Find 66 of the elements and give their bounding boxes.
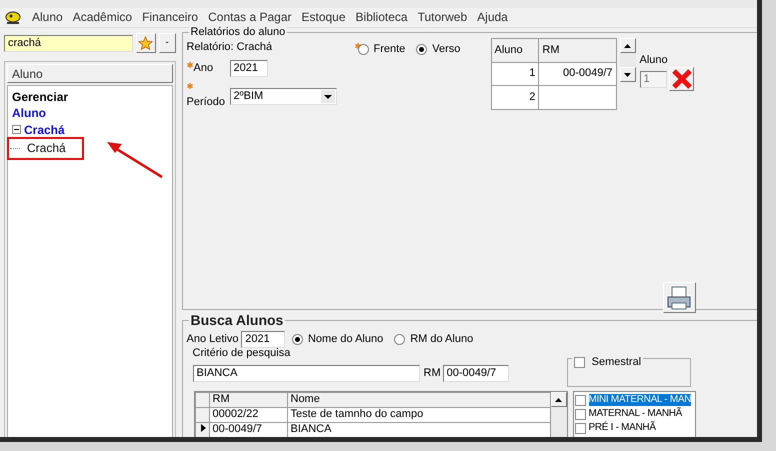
cross-icon xyxy=(670,69,693,90)
menu-item[interactable]: Biblioteca xyxy=(356,10,408,25)
list-item[interactable]: MINI MATERNAL - MAN xyxy=(588,394,692,406)
column-header: RM xyxy=(209,392,287,408)
report-label: Relatório: Crachá xyxy=(186,41,274,54)
rm-field[interactable]: 00-0049/7 xyxy=(442,365,509,382)
table-cell: Teste de tamnho do campo xyxy=(287,408,550,422)
panel-header: Aluno xyxy=(7,64,172,83)
semester-checkbox[interactable] xyxy=(574,357,585,368)
field-label: Ano xyxy=(186,62,230,76)
field-label: Aluno xyxy=(640,54,669,68)
up-arrow-icon xyxy=(624,44,631,48)
minus-button[interactable]: - xyxy=(158,33,176,53)
field-label: Período xyxy=(186,83,230,110)
menu-item[interactable]: Estoque xyxy=(302,10,346,25)
search-criteria-field[interactable]: BIANCA xyxy=(192,365,420,382)
star-icon xyxy=(138,36,154,50)
year-field[interactable]: 2021 xyxy=(230,60,268,78)
radio-label: Verso xyxy=(432,43,460,56)
list-item[interactable]: PRÉ I - MANHÃ xyxy=(588,422,656,434)
tree-item[interactable]: Aluno xyxy=(12,106,46,121)
menu-item[interactable]: Tutorweb xyxy=(418,10,468,25)
printer-icon xyxy=(665,284,693,310)
menu-item[interactable]: Acadêmico xyxy=(72,10,132,25)
print-button[interactable] xyxy=(662,282,696,313)
expander-icon[interactable] xyxy=(12,125,21,134)
radio-button[interactable] xyxy=(416,44,428,56)
radio-label: RM do Aluno xyxy=(410,332,474,346)
period-dropdown[interactable]: 2ºBIM xyxy=(230,88,336,105)
field-label: Critério de pesquisa xyxy=(192,346,292,360)
field-label: Ano Letivo xyxy=(186,332,238,346)
up-arrow-icon xyxy=(555,398,562,402)
list-checkbox[interactable] xyxy=(574,394,586,406)
tree-item[interactable]: Crachá xyxy=(9,139,82,158)
search-field[interactable]: crachá xyxy=(4,34,133,52)
scrollbar[interactable] xyxy=(550,392,566,437)
column-header: RM xyxy=(538,38,616,62)
table-cell: 1 xyxy=(491,62,539,86)
radio-label: Nome do Aluno xyxy=(308,332,384,346)
table-cell: 00002/22 xyxy=(209,408,287,422)
list-checkbox[interactable] xyxy=(574,422,586,434)
app-logo-icon[interactable] xyxy=(4,10,22,26)
field-label: RM xyxy=(424,366,441,380)
column-header: Aluno xyxy=(491,38,539,62)
radio-button[interactable] xyxy=(292,334,303,345)
column-header: Nome xyxy=(287,392,550,408)
tree-line xyxy=(10,148,20,149)
radio-button[interactable] xyxy=(358,44,368,56)
radio-button[interactable] xyxy=(394,334,406,345)
favorite-button[interactable] xyxy=(136,33,156,53)
radio-label: Frente xyxy=(374,43,406,56)
tree-item[interactable]: Crachá xyxy=(24,122,65,138)
menu-item[interactable]: Contas a Pagar xyxy=(208,10,292,25)
tree-item[interactable]: Gerenciar xyxy=(12,90,68,104)
menu-item[interactable]: Ajuda xyxy=(477,10,508,25)
delete-button[interactable] xyxy=(669,67,694,92)
list-item[interactable]: MATERNAL - MANHÃ xyxy=(588,408,682,420)
down-arrow-icon xyxy=(624,72,631,76)
scrollbar[interactable] xyxy=(620,38,636,82)
table-cell: 2 xyxy=(491,86,539,110)
school-year-field[interactable]: 2021 xyxy=(241,330,286,348)
list-checkbox[interactable] xyxy=(574,408,586,420)
menu-item[interactable]: Aluno xyxy=(32,10,63,25)
table-cell: 00-0049/7 xyxy=(538,62,616,86)
checkbox-label: Semestral xyxy=(592,356,642,370)
menu-item[interactable]: Financeiro xyxy=(142,10,198,25)
